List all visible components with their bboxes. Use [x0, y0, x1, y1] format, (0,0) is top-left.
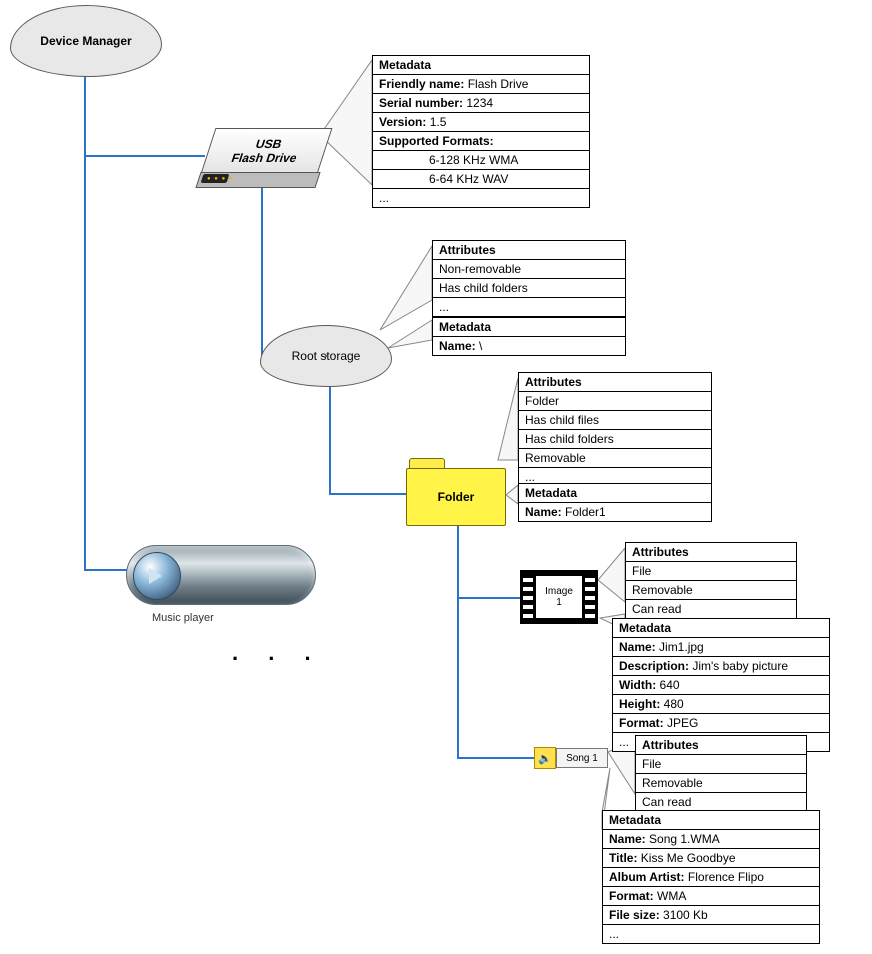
panel-header: Metadata — [603, 811, 819, 830]
image-label: Image 1 — [545, 586, 573, 608]
panel-row: Width: 640 — [613, 676, 829, 695]
panel-row: Name: Jim1.jpg — [613, 638, 829, 657]
song-metadata-panel: Metadata Name: Song 1.WMA Title: Kiss Me… — [602, 810, 820, 944]
usb-label: USB Flash Drive — [230, 137, 304, 165]
root-attributes-panel: Attributes Non-removable Has child folde… — [432, 240, 626, 317]
panel-row: Supported Formats: — [373, 132, 589, 151]
panel-row: Format: WMA — [603, 887, 819, 906]
panel-row: 6-128 KHz WMA — [373, 151, 589, 170]
panel-header: Metadata — [373, 56, 589, 75]
panel-row: Serial number: 1234 — [373, 94, 589, 113]
panel-row: Description: Jim's baby picture — [613, 657, 829, 676]
panel-row: 6-64 KHz WAV — [373, 170, 589, 189]
panel-row: Height: 480 — [613, 695, 829, 714]
panel-row: Format: JPEG — [613, 714, 829, 733]
image-attributes-panel: Attributes File Removable Can read — [625, 542, 797, 619]
play-icon — [149, 568, 162, 584]
panel-row: Title: Kiss Me Goodbye — [603, 849, 819, 868]
panel-row: ... — [373, 189, 589, 207]
panel-row: Folder — [519, 392, 711, 411]
panel-header: Attributes — [636, 736, 806, 755]
panel-row: Removable — [626, 581, 796, 600]
panel-header: Metadata — [613, 619, 829, 638]
image-node: Image 1 — [520, 570, 598, 624]
folder-attributes-panel: Attributes Folder Has child files Has ch… — [518, 372, 712, 487]
song-attributes-panel: Attributes File Removable Can read — [635, 735, 807, 812]
folder-metadata-panel: Metadata Name: Folder1 — [518, 483, 712, 522]
speaker-icon: 🔈 — [534, 747, 556, 769]
root-storage-label: Root storage — [292, 349, 361, 363]
folder-label: Folder — [438, 490, 475, 504]
panel-header: Attributes — [626, 543, 796, 562]
panel-row: Non-removable — [433, 260, 625, 279]
panel-header: Metadata — [519, 484, 711, 503]
panel-row: Name: \ — [433, 337, 625, 355]
panel-row: ... — [603, 925, 819, 943]
panel-row: File — [636, 755, 806, 774]
panel-row: File size: 3100 Kb — [603, 906, 819, 925]
diagram-canvas: Device Manager USB Flash Drive ● ● ● ● R… — [0, 0, 872, 954]
panel-row: Version: 1.5 — [373, 113, 589, 132]
device-manager-node: Device Manager — [10, 5, 162, 77]
root-metadata-panel: Metadata Name: \ — [432, 317, 626, 356]
panel-row: ... — [433, 298, 625, 316]
panel-row: Album Artist: Florence Flipo — [603, 868, 819, 887]
panel-row: Removable — [636, 774, 806, 793]
song-label: Song 1 — [566, 753, 598, 764]
panel-header: Attributes — [433, 241, 625, 260]
panel-row: Name: Folder1 — [519, 503, 711, 521]
panel-row: Can read — [626, 600, 796, 618]
panel-row: Removable — [519, 449, 711, 468]
panel-row: File — [626, 562, 796, 581]
panel-header: Metadata — [433, 318, 625, 337]
device-manager-label: Device Manager — [40, 34, 131, 48]
music-player-node — [126, 545, 316, 605]
panel-header: Attributes — [519, 373, 711, 392]
song-node: Song 1 — [556, 748, 608, 768]
image-metadata-panel: Metadata Name: Jim1.jpg Description: Jim… — [612, 618, 830, 752]
folder-node: Folder — [406, 458, 504, 524]
panel-row: Can read — [636, 793, 806, 811]
panel-row: Has child folders — [519, 430, 711, 449]
usb-metadata-panel: Metadata Friendly name: Flash Drive Seri… — [372, 55, 590, 208]
root-storage-node: Root storage — [260, 325, 392, 387]
panel-row: Friendly name: Flash Drive — [373, 75, 589, 94]
panel-row: Name: Song 1.WMA — [603, 830, 819, 849]
music-player-label: Music player — [152, 612, 214, 624]
panel-row: Has child folders — [433, 279, 625, 298]
panel-row: Has child files — [519, 411, 711, 430]
ellipsis: . . . — [232, 640, 323, 666]
usb-flash-drive-node: USB Flash Drive ● ● ● ● — [208, 128, 323, 186]
